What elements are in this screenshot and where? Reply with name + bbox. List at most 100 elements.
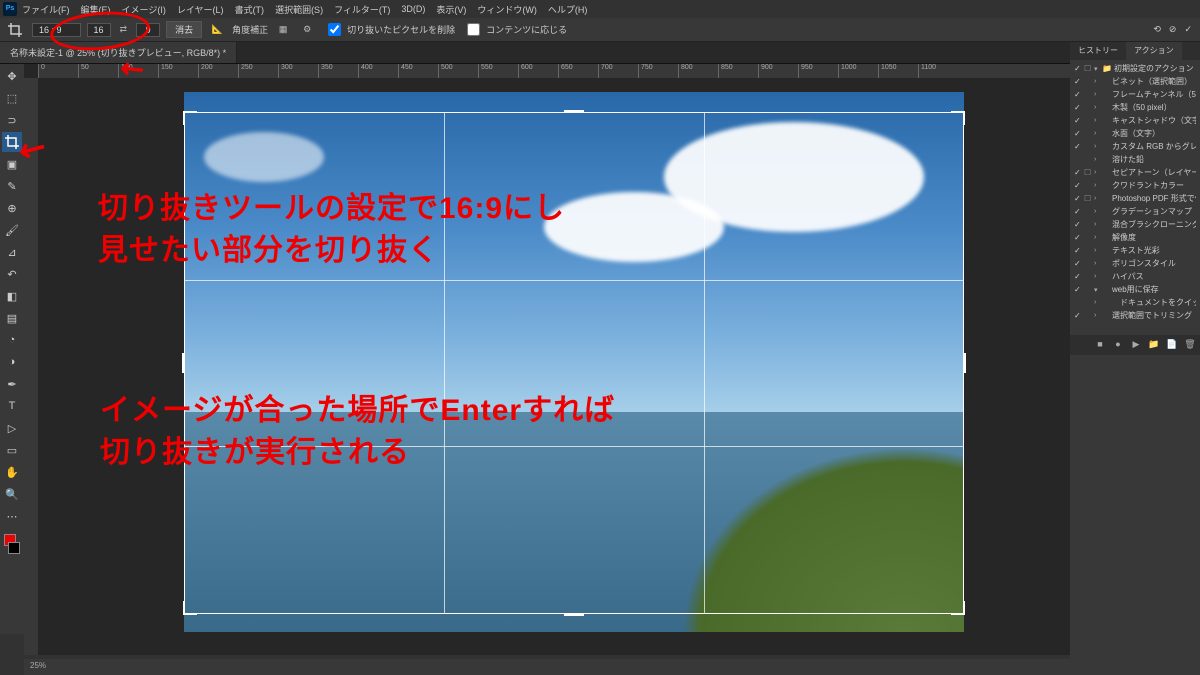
stamp-tool[interactable]: ⊿ <box>2 242 22 262</box>
play-icon[interactable]: ▶ <box>1130 339 1142 351</box>
reset-icon[interactable]: ⟲ <box>1153 24 1161 35</box>
content-aware-checkbox[interactable] <box>467 23 480 36</box>
history-tab[interactable]: ヒストリー <box>1070 42 1126 60</box>
crop-handle-bm[interactable] <box>564 613 584 616</box>
healing-tool[interactable]: ⊕ <box>2 198 22 218</box>
overlay-options-icon[interactable]: ▦ <box>274 24 292 35</box>
menu-window[interactable]: ウィンドウ(W) <box>477 3 537 16</box>
document-tab[interactable]: 名称未設定-1 @ 25% (切り抜きプレビュー, RGB/8*) * <box>0 42 237 63</box>
menu-view[interactable]: 表示(V) <box>436 3 466 16</box>
crop-handle-bl[interactable] <box>183 601 197 615</box>
zoom-tool[interactable]: 🔍 <box>2 484 22 504</box>
stop-icon[interactable]: ■ <box>1094 339 1106 351</box>
brush-tool[interactable]: 🖌 <box>2 220 22 240</box>
background-color[interactable] <box>8 542 20 554</box>
lasso-tool[interactable]: ⊃ <box>2 110 22 130</box>
action-row[interactable]: ✓›フレームチャンネル（50 pixel） <box>1070 88 1200 101</box>
commit-crop-icon[interactable]: ✓ <box>1184 24 1192 35</box>
action-row[interactable]: ✓›ビネット（選択範囲） <box>1070 75 1200 88</box>
trash-icon[interactable]: 🗑 <box>1184 339 1196 351</box>
app-icon: Ps <box>3 2 17 16</box>
shape-tool[interactable]: ▭ <box>2 440 22 460</box>
action-row[interactable]: ✓›テキスト光彩 <box>1070 244 1200 257</box>
actions-tab[interactable]: アクション <box>1126 42 1182 60</box>
options-bar: 16 : 9 16 ⇄ 9 消去 📐 角度補正 ▦ ⚙ 切り抜いたピクセルを削除… <box>0 18 1200 42</box>
crop-handle-rm[interactable] <box>963 353 966 373</box>
horizontal-ruler: 0501001502002503003504004505005506006507… <box>38 64 1070 78</box>
crop-handle-tr[interactable] <box>951 111 965 125</box>
action-row[interactable]: ✓›ハイパス <box>1070 270 1200 283</box>
action-row[interactable]: ✓›ポリゴンスタイル <box>1070 257 1200 270</box>
zoom-level[interactable]: 25% <box>30 661 46 670</box>
menu-help[interactable]: ヘルプ(H) <box>548 3 588 16</box>
eyedropper-tool[interactable]: ✎ <box>2 176 22 196</box>
action-row[interactable]: ›ドキュメントをクイック書き... <box>1070 296 1200 309</box>
new-action-icon[interactable]: 📄 <box>1166 339 1178 351</box>
action-row[interactable]: ✓›木製（50 pixel） <box>1070 101 1200 114</box>
action-row[interactable]: ✓›選択範囲でトリミング <box>1070 309 1200 322</box>
crop-height-field[interactable]: 9 <box>136 23 160 37</box>
marquee-tool[interactable]: ⬚ <box>2 88 22 108</box>
right-panel: ヒストリー アクション ✓☐▾📁初期設定のアクション ✓›ビネット（選択範囲） … <box>1070 42 1200 675</box>
actions-panel-footer: ■ ● ▶ 📁 📄 🗑 <box>1070 335 1200 355</box>
action-row[interactable]: ✓›混合ブラシクローニングペイ... <box>1070 218 1200 231</box>
tool-palette: ✥ ⬚ ⊃ ▣ ✎ ⊕ 🖌 ⊿ ↶ ◧ ▤ ◔ ◑ ✒ T ▷ ▭ ✋ 🔍 ⋯ <box>0 64 24 634</box>
menu-edit[interactable]: 編集(E) <box>81 3 111 16</box>
vertical-ruler <box>24 78 38 655</box>
action-row[interactable]: ✓›カスタム RGB からグレースケ... <box>1070 140 1200 153</box>
crop-overlay[interactable] <box>184 112 964 614</box>
cancel-crop-icon[interactable]: ⊘ <box>1169 24 1177 35</box>
action-row[interactable]: ✓›グラデーションマップ <box>1070 205 1200 218</box>
action-row[interactable]: ✓▾web用に保存 <box>1070 283 1200 296</box>
blur-tool[interactable]: ◔ <box>2 330 22 350</box>
canvas-area: 0501001502002503003504004505005506006507… <box>24 64 1070 655</box>
action-row[interactable]: ✓›キャストシャドウ（文字） <box>1070 114 1200 127</box>
crop-options-icon[interactable]: ⚙ <box>298 24 316 35</box>
crop-tool[interactable] <box>2 132 22 152</box>
panel-tabs: ヒストリー アクション <box>1070 42 1200 60</box>
clear-button[interactable]: 消去 <box>166 21 202 38</box>
action-row[interactable]: ✓›水面（文字） <box>1070 127 1200 140</box>
text-tool[interactable]: T <box>2 396 22 416</box>
path-tool[interactable]: ▷ <box>2 418 22 438</box>
menu-3d[interactable]: 3D(D) <box>401 4 425 14</box>
edit-toolbar[interactable]: ⋯ <box>2 506 22 526</box>
aspect-ratio-dropdown[interactable]: 16 : 9 <box>32 23 81 37</box>
straighten-icon[interactable]: 📐 <box>208 24 226 35</box>
crop-handle-tm[interactable] <box>564 110 584 113</box>
eraser-tool[interactable]: ◧ <box>2 286 22 306</box>
delete-cropped-label: 切り抜いたピクセルを削除 <box>347 23 455 36</box>
menu-filter[interactable]: フィルター(T) <box>334 3 390 16</box>
menu-type[interactable]: 書式(T) <box>235 3 265 16</box>
action-row[interactable]: ✓›クワドラントカラー <box>1070 179 1200 192</box>
menu-layer[interactable]: レイヤー(L) <box>177 3 224 16</box>
menu-file[interactable]: ファイル(F) <box>22 3 70 16</box>
pen-tool[interactable]: ✒ <box>2 374 22 394</box>
crop-width-field[interactable]: 16 <box>87 23 111 37</box>
actions-list: ✓☐▾📁初期設定のアクション ✓›ビネット（選択範囲） ✓›フレームチャンネル（… <box>1070 60 1200 324</box>
action-set-row[interactable]: ✓☐▾📁初期設定のアクション <box>1070 62 1200 75</box>
dodge-tool[interactable]: ◑ <box>2 352 22 372</box>
action-row[interactable]: ✓☐›セピアトーン（レイヤー） <box>1070 166 1200 179</box>
action-row[interactable]: ✓›解像度 <box>1070 231 1200 244</box>
document-tab-bar: 名称未設定-1 @ 25% (切り抜きプレビュー, RGB/8*) * <box>0 42 1200 64</box>
crop-handle-tl[interactable] <box>183 111 197 125</box>
gradient-tool[interactable]: ▤ <box>2 308 22 328</box>
hand-tool[interactable]: ✋ <box>2 462 22 482</box>
menu-select[interactable]: 選択範囲(S) <box>275 3 323 16</box>
menu-image[interactable]: イメージ(I) <box>122 3 166 16</box>
content-aware-label: コンテンツに応じる <box>486 23 567 36</box>
swap-dims-icon[interactable]: ⇄ <box>120 24 128 35</box>
crop-handle-br[interactable] <box>951 601 965 615</box>
record-icon[interactable]: ● <box>1112 339 1124 351</box>
crop-handle-lm[interactable] <box>182 353 185 373</box>
frame-tool[interactable]: ▣ <box>2 154 22 174</box>
delete-cropped-checkbox[interactable] <box>328 23 341 36</box>
menu-bar: Ps ファイル(F) 編集(E) イメージ(I) レイヤー(L) 書式(T) 選… <box>0 0 1200 18</box>
move-tool[interactable]: ✥ <box>2 66 22 86</box>
new-set-icon[interactable]: 📁 <box>1148 339 1160 351</box>
history-brush-tool[interactable]: ↶ <box>2 264 22 284</box>
action-row[interactable]: ✓☐›Photoshop PDF 形式で保存 <box>1070 192 1200 205</box>
action-row[interactable]: ›溶けた鉛 <box>1070 153 1200 166</box>
straighten-label: 角度補正 <box>232 23 268 36</box>
